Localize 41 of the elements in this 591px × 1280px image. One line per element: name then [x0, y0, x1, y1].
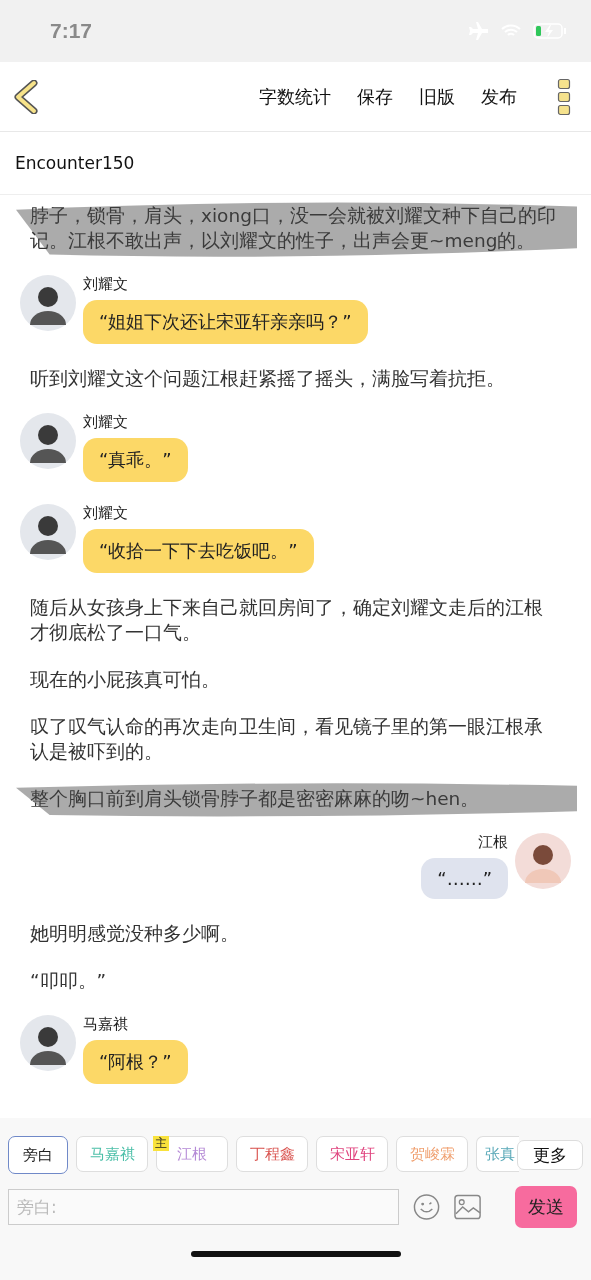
toolbar-button[interactable]: 旧版	[409, 80, 465, 113]
emoji-icon[interactable]	[413, 1193, 441, 1221]
speaker-name: 江根	[478, 833, 508, 852]
avatar-icon	[20, 504, 76, 560]
character-chip[interactable]: 宋亚轩	[316, 1136, 388, 1172]
send-button[interactable]: 发送	[515, 1186, 577, 1228]
speaker-name: 刘耀文	[83, 275, 128, 294]
avatar-icon	[20, 413, 76, 469]
toolbar-button[interactable]: 字数统计	[249, 80, 341, 113]
narration-text: 她明明感觉没种多少啊。	[30, 922, 240, 946]
chat-bubble: “姐姐下次还让宋亚轩亲亲吗？”	[83, 300, 368, 344]
main-badge: 主	[153, 1136, 169, 1151]
speaker-name: 刘耀文	[83, 413, 128, 432]
toolbar-button[interactable]: 保存	[347, 80, 403, 113]
narration-text: 叹了叹气认命的再次走向卫生间，看见镜子里的第一眼江根承认是被吓到的。	[30, 715, 544, 764]
avatar-icon	[20, 275, 76, 331]
avatar-icon	[20, 1015, 76, 1071]
toolbar-button[interactable]: 发布	[471, 80, 527, 113]
more-button[interactable]: 更多	[517, 1140, 583, 1170]
more-icon[interactable]	[557, 77, 571, 116]
story-title: Encounter150	[15, 153, 135, 173]
chat-bubble: “收拾一下下去吃饭吧。”	[83, 529, 314, 573]
character-chip[interactable]: 丁程鑫	[236, 1136, 308, 1172]
image-icon[interactable]	[454, 1194, 482, 1220]
narration-text: 脖子，锁骨，肩头，xiong口，没一会就被刘耀文种下自己的印记。江根不敢出声，以刘耀文的性子，出声会更~meng的。	[30, 204, 557, 253]
back-icon[interactable]	[14, 79, 38, 114]
narration-text: 听到刘耀文这个问题江根赶紧摇了摇头，满脸写着抗拒。	[30, 367, 506, 391]
avatar-icon	[515, 833, 571, 889]
battery-icon	[533, 23, 567, 39]
narration-text: 整个胸口前到肩头锁骨脖子都是密密麻麻的吻~hen。	[30, 787, 481, 811]
narration-text: 随后从女孩身上下来自己就回房间了，确定刘耀文走后的江根才彻底松了一口气。	[30, 596, 544, 645]
speaker-name: 刘耀文	[83, 504, 128, 523]
speaker-name: 马嘉祺	[83, 1015, 128, 1034]
chat-bubble: “阿根？”	[83, 1040, 188, 1084]
chat-bubble: “真乖。”	[83, 438, 188, 482]
status-time: 7:17	[50, 19, 93, 43]
chat-bubble: “……”	[421, 858, 508, 899]
input-field[interactable]: 旁白:	[8, 1189, 400, 1225]
character-chip[interactable]: 旁白	[8, 1136, 68, 1174]
narration-text: “叩叩。”	[30, 969, 108, 993]
narration-text: 现在的小屁孩真可怕。	[30, 668, 221, 692]
